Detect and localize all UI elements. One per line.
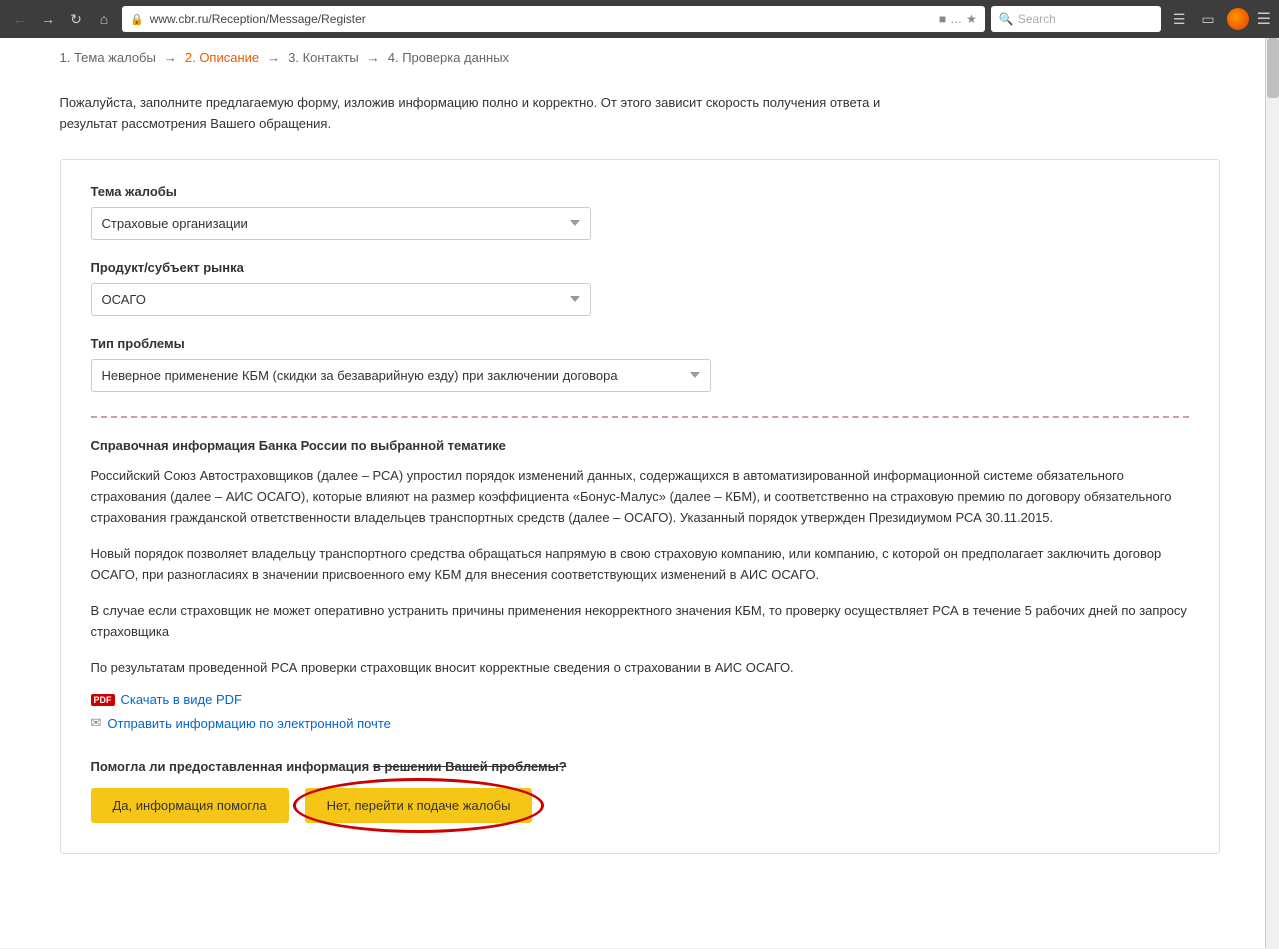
info-para-3: В случае если страховщик не может операт… xyxy=(91,600,1189,643)
scrollbar[interactable] xyxy=(1265,38,1279,948)
info-title: Справочная информация Банка России по вы… xyxy=(91,438,1189,453)
page-wrapper: 1. Тема жалобы → 2. Описание → 3. Контак… xyxy=(0,38,1279,948)
hamburger-menu[interactable]: ☰ xyxy=(1257,9,1271,29)
tip-label: Тип проблемы xyxy=(91,336,1189,351)
section-divider xyxy=(91,416,1189,418)
info-para-1: Российский Союз Автостраховщиков (далее … xyxy=(91,465,1189,529)
envelope-icon: ✉ xyxy=(91,715,102,731)
intro-text: Пожалуйста, заполните предлагаемую форму… xyxy=(40,77,940,159)
scrollbar-thumb[interactable] xyxy=(1267,38,1279,98)
arrow-2: → xyxy=(267,50,280,65)
firefox-icon xyxy=(1227,8,1249,30)
tip-group: Тип проблемы Неверное применение КБМ (ск… xyxy=(91,336,1189,392)
no-button[interactable]: Нет, перейти к подаче жалобы xyxy=(305,788,533,823)
back-button[interactable]: ← xyxy=(8,7,32,31)
bookmark-icon: ■ xyxy=(939,12,946,26)
question-text-content: Помогла ли предоставленная информация в … xyxy=(91,759,567,774)
info-para-2: Новый порядок позволяет владельцу трансп… xyxy=(91,543,1189,586)
email-label: Отправить информацию по электронной почт… xyxy=(107,716,390,731)
yes-button[interactable]: Да, информация помогла xyxy=(91,788,289,823)
produkt-group: Продукт/субъект рынка ОСАГО xyxy=(91,260,1189,316)
produkt-select[interactable]: ОСАГО xyxy=(91,283,591,316)
address-text: www.cbr.ru/Reception/Message/Register xyxy=(150,12,933,26)
arrow-3: → xyxy=(367,50,380,65)
intro-paragraph: Пожалуйста, заполните предлагаемую форму… xyxy=(60,95,881,131)
bookmarks-icon[interactable]: ☰ xyxy=(1169,9,1190,30)
star-icon: ★ xyxy=(966,12,977,26)
steps-bar: 1. Тема жалобы → 2. Описание → 3. Контак… xyxy=(40,38,1240,77)
lock-icon: 🔒 xyxy=(130,13,144,26)
home-button[interactable]: ⌂ xyxy=(92,7,116,31)
email-link[interactable]: ✉ Отправить информацию по электронной по… xyxy=(91,715,1189,731)
forward-button[interactable]: → xyxy=(36,7,60,31)
step-2: 2. Описание xyxy=(185,50,259,65)
tema-label: Тема жалобы xyxy=(91,184,1189,199)
toolbar-right: 🔍 Search ☰ ▭ ☰ xyxy=(991,6,1271,32)
pdf-icon: PDF xyxy=(91,694,115,706)
synced-tabs-icon[interactable]: ▭ xyxy=(1197,9,1218,30)
produkt-label: Продукт/субъект рынка xyxy=(91,260,1189,275)
info-para-4: По результатам проведенной РСА проверки … xyxy=(91,657,1189,678)
address-bar[interactable]: 🔒 www.cbr.ru/Reception/Message/Register … xyxy=(122,6,985,32)
buttons-row: Да, информация помогла Нет, перейти к по… xyxy=(91,788,1189,823)
search-bar[interactable]: 🔍 Search xyxy=(991,6,1161,32)
search-placeholder: Search xyxy=(1018,12,1056,26)
more-icon: … xyxy=(950,12,962,26)
step-1: 1. Тема жалобы xyxy=(60,50,156,65)
reload-button[interactable]: ↻ xyxy=(64,7,88,31)
search-icon: 🔍 xyxy=(999,12,1014,26)
content-area: 1. Тема жалобы → 2. Описание → 3. Контак… xyxy=(20,38,1260,854)
tip-select[interactable]: Неверное применение КБМ (скидки за безав… xyxy=(91,359,711,392)
address-icons: ■ … ★ xyxy=(939,12,977,26)
browser-chrome: ← → ↻ ⌂ 🔒 www.cbr.ru/Reception/Message/R… xyxy=(0,0,1279,38)
nav-buttons: ← → ↻ ⌂ xyxy=(8,7,116,31)
pdf-label: Скачать в виде PDF xyxy=(121,692,242,707)
arrow-1: → xyxy=(164,50,177,65)
browser-toolbar: ← → ↻ ⌂ 🔒 www.cbr.ru/Reception/Message/R… xyxy=(0,0,1279,38)
pdf-link[interactable]: PDF Скачать в виде PDF xyxy=(91,692,1189,707)
form-card: Тема жалобы Страховые организации Продук… xyxy=(60,159,1220,855)
info-section: Справочная информация Банка России по вы… xyxy=(91,438,1189,732)
question-text: Помогла ли предоставленная информация в … xyxy=(91,759,1189,774)
step-4: 4. Проверка данных xyxy=(388,50,509,65)
no-button-wrapper: Нет, перейти к подаче жалобы xyxy=(305,788,533,823)
question-section: Помогла ли предоставленная информация в … xyxy=(91,759,1189,823)
tema-group: Тема жалобы Страховые организации xyxy=(91,184,1189,240)
tema-select[interactable]: Страховые организации xyxy=(91,207,591,240)
step-3: 3. Контакты xyxy=(288,50,359,65)
